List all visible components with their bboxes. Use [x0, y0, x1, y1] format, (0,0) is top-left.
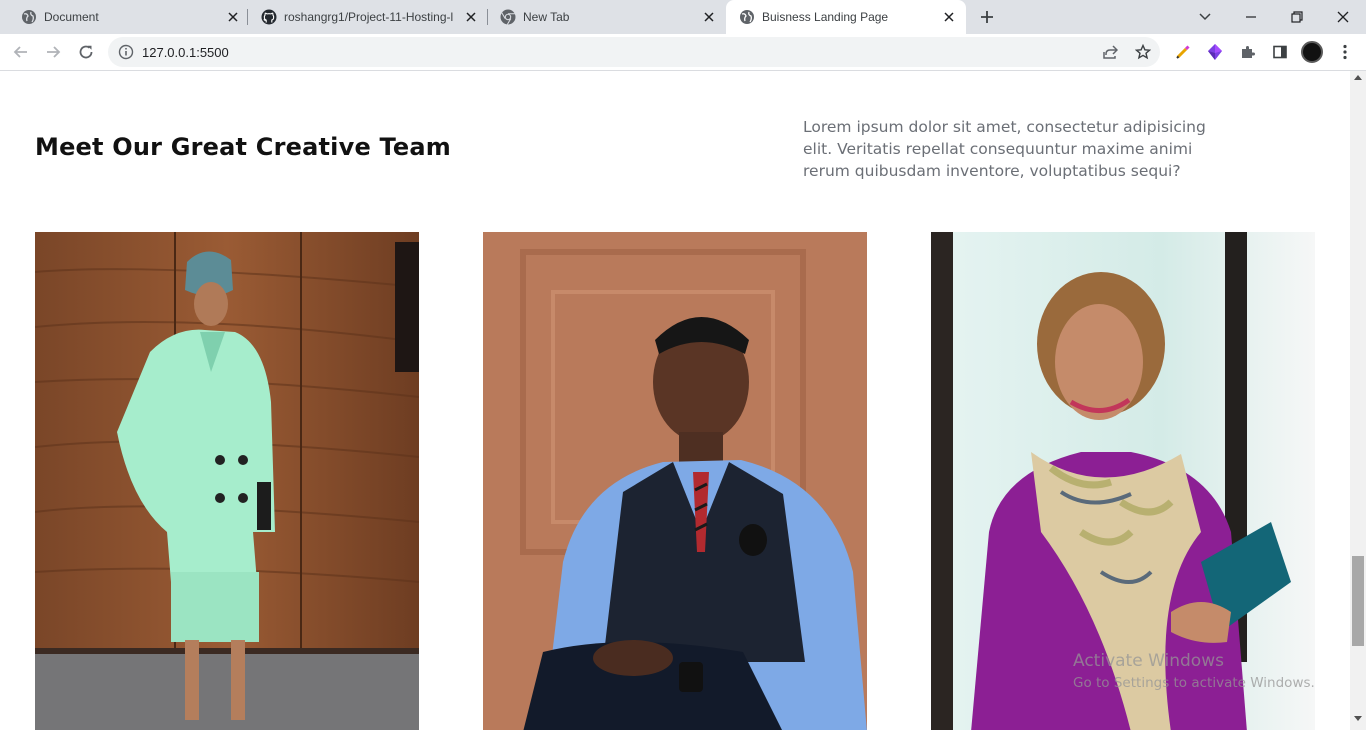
reload-icon — [79, 45, 93, 59]
minimize-icon — [1246, 16, 1256, 18]
close-tab-icon[interactable] — [940, 8, 958, 26]
close-tab-icon[interactable] — [700, 8, 718, 26]
section-heading: Meet Our Great Creative Team — [35, 133, 451, 161]
tab-search-button[interactable] — [1194, 6, 1216, 28]
scroll-down-arrow-icon[interactable] — [1354, 716, 1362, 721]
watermark-subtitle: Go to Settings to activate Windows. — [1073, 675, 1315, 691]
diamond-extension-button[interactable] — [1205, 42, 1225, 62]
restore-button[interactable] — [1286, 6, 1308, 28]
close-icon — [1337, 11, 1349, 23]
github-icon — [261, 9, 277, 25]
arrow-right-icon — [47, 46, 61, 58]
section-description: Lorem ipsum dolor sit amet, consectetur … — [803, 118, 1206, 180]
scrollbar-thumb[interactable] — [1352, 556, 1364, 646]
reload-button[interactable] — [76, 42, 96, 62]
close-window-button[interactable] — [1332, 6, 1354, 28]
share-icon[interactable] — [1102, 44, 1118, 60]
arrow-left-icon — [13, 46, 27, 58]
forward-button[interactable] — [43, 42, 63, 62]
browser-toolbar: 127.0.0.1:5500 — [0, 34, 1366, 71]
profile-avatar[interactable] — [1301, 41, 1323, 63]
tab-title: roshangrg1/Project-11-Hosting-l — [284, 10, 454, 24]
tab-business-landing-page[interactable]: Buisness Landing Page — [726, 0, 966, 34]
chevron-down-icon — [1199, 13, 1211, 21]
team-photo-woman-mint-suit — [35, 232, 419, 730]
page-viewport: Meet Our Great Creative Team Lorem ipsum… — [0, 71, 1350, 730]
side-panel-button[interactable] — [1270, 42, 1290, 62]
tab-title: Document — [44, 10, 99, 24]
extensions-button[interactable] — [1238, 42, 1258, 62]
team-photo-man-blue-shirt — [483, 232, 867, 730]
globe-icon — [22, 10, 36, 24]
side-panel-icon — [1273, 45, 1287, 59]
more-vertical-icon — [1343, 44, 1347, 60]
url-text: 127.0.0.1:5500 — [142, 45, 229, 60]
back-button[interactable] — [11, 42, 31, 62]
globe-icon — [740, 10, 754, 24]
minimize-button[interactable] — [1240, 6, 1262, 28]
menu-button[interactable] — [1335, 42, 1355, 62]
close-tab-icon[interactable] — [224, 8, 242, 26]
diamond-icon — [1208, 44, 1222, 60]
tab-title: Buisness Landing Page — [762, 10, 889, 24]
new-tab-button[interactable] — [977, 7, 997, 27]
tab-strip: Document roshangrg1/Project-11-Hosting-l… — [0, 0, 1366, 34]
restore-icon — [1291, 11, 1303, 23]
chrome-icon — [500, 9, 516, 25]
pen-extension-button[interactable] — [1173, 42, 1193, 62]
pen-icon — [1176, 45, 1190, 59]
tab-github[interactable]: roshangrg1/Project-11-Hosting-l — [248, 0, 486, 34]
tab-new-tab[interactable]: New Tab — [487, 0, 725, 34]
tab-document[interactable]: Document — [8, 0, 246, 34]
watermark-title: Activate Windows — [1073, 651, 1224, 671]
address-bar[interactable]: 127.0.0.1:5500 — [108, 37, 1160, 67]
os-activation-watermark: Activate Windows Go to Settings to activ… — [1073, 651, 1315, 691]
close-tab-icon[interactable] — [462, 8, 480, 26]
bookmark-star-icon[interactable] — [1135, 44, 1151, 60]
page-scrollbar[interactable] — [1350, 71, 1366, 730]
puzzle-icon — [1242, 46, 1255, 58]
tab-title: New Tab — [523, 10, 570, 24]
scroll-up-arrow-icon[interactable] — [1354, 75, 1362, 80]
info-icon[interactable] — [118, 44, 134, 60]
plus-icon — [981, 11, 993, 23]
